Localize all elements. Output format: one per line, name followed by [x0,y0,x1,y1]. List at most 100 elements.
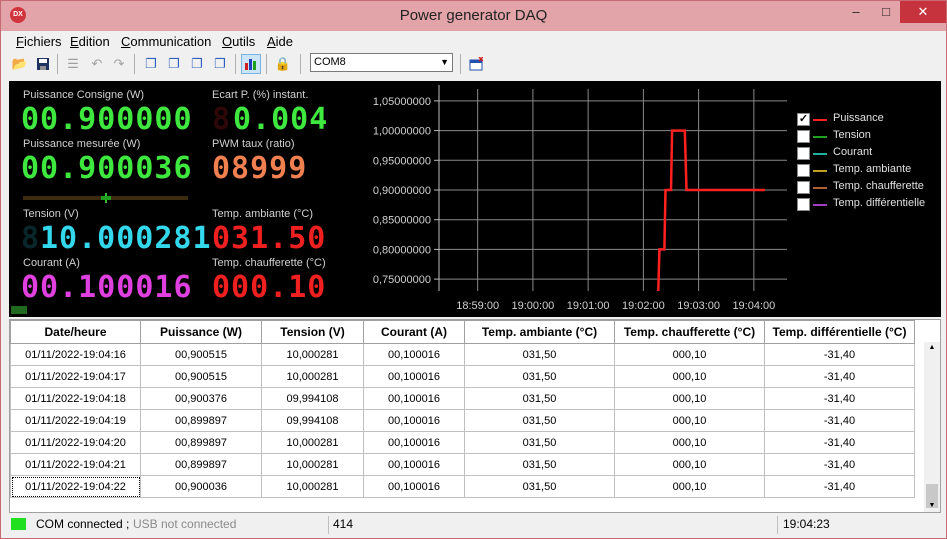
mesuree-label: Puissance mesurée (W) [23,138,141,150]
copy-all-icon[interactable]: ❐ [164,54,184,74]
table-cell[interactable]: 00,900376 [140,387,262,410]
close-button[interactable]: ✕ [900,1,946,23]
table-cell[interactable]: 031,50 [464,387,615,410]
title-bar[interactable]: DX Power generator DAQ – □ ✕ [1,1,946,31]
menu-outils[interactable]: Outils [222,34,255,49]
column-header[interactable]: Temp. différentielle (°C) [764,320,915,344]
table-cell[interactable]: 10,000281 [261,475,364,498]
com-status: COM connected ; [36,517,130,531]
column-header[interactable]: Tension (V) [261,320,364,344]
resize-grip-icon[interactable] [11,306,27,314]
menu-edition[interactable]: Edition [70,34,110,49]
table-cell[interactable]: 10,000281 [261,343,364,366]
table-cell[interactable]: 00,100016 [363,431,465,454]
table-cell[interactable]: 031,50 [464,431,615,454]
table-cell[interactable]: 10,000281 [261,431,364,454]
table-cell[interactable]: 09,994108 [261,387,364,410]
table-cell[interactable]: 000,10 [614,365,765,388]
table-cell[interactable]: 031,50 [464,475,615,498]
properties-icon[interactable]: ☰ [63,54,83,74]
table-cell[interactable]: 000,10 [614,453,765,476]
table-cell[interactable]: 000,10 [614,475,765,498]
chart-toggle-icon[interactable] [241,54,261,74]
scroll-down-icon[interactable]: ▼ [924,500,940,512]
table-cell[interactable]: 00,100016 [363,387,465,410]
table-cell[interactable]: 031,50 [464,409,615,432]
y-tick-label: 1,05000000 [373,96,431,108]
table-cell[interactable]: 09,994108 [261,409,364,432]
minimize-button[interactable]: – [842,1,870,23]
table-cell[interactable]: -31,40 [764,431,915,454]
table-cell[interactable]: -31,40 [764,365,915,388]
table-cell[interactable]: 01/11/2022-19:04:20 [10,431,141,454]
table-cell[interactable]: 000,10 [614,409,765,432]
lock-icon[interactable]: 🔒 [273,54,293,74]
menu-fichiers[interactable]: Fichiers [16,34,62,49]
table-cell[interactable]: -31,40 [764,453,915,476]
table-row[interactable]: 01/11/2022-19:04:17 00,900515 10,000281 00,… [10,365,915,388]
column-header[interactable]: Puissance (W) [140,320,262,344]
column-header[interactable]: Temp. chaufferette (°C) [614,320,765,344]
table-row[interactable]: 01/11/2022-19:04:16 00,900515 10,000281 00,… [10,343,915,366]
table-cell[interactable]: 031,50 [464,343,615,366]
table-cell[interactable]: 00,900515 [140,365,262,388]
column-header[interactable]: Temp. ambiante (°C) [464,320,615,344]
table-row[interactable]: 01/11/2022-19:04:21 00,899897 10,000281 00,… [10,453,915,476]
legend-checkbox[interactable] [797,198,810,211]
scroll-up-icon[interactable]: ▲ [924,342,940,354]
maximize-button[interactable]: □ [872,1,900,23]
table-cell[interactable]: -31,40 [764,475,915,498]
status-bar: COM connected ; USB not connected 414 19… [1,514,946,538]
table-cell[interactable]: 01/11/2022-19:04:21 [10,453,141,476]
redo-icon[interactable]: ↷ [109,54,129,74]
legend-checkbox[interactable] [797,147,810,160]
copy-icon[interactable]: ❐ [141,54,161,74]
table-cell[interactable]: 01/11/2022-19:04:16 [10,343,141,366]
table-row[interactable]: 01/11/2022-19:04:19 00,899897 09,994108 00,… [10,409,915,432]
table-cell[interactable]: -31,40 [764,387,915,410]
table-cell[interactable]: 000,10 [614,431,765,454]
table-cell[interactable]: 000,10 [614,387,765,410]
column-header[interactable]: Date/heure [10,320,141,344]
table-cell[interactable]: 00,899897 [140,453,262,476]
legend-checkbox[interactable] [797,181,810,194]
table-row[interactable]: 01/11/2022-19:04:20 00,899897 10,000281 00,… [10,431,915,454]
column-header[interactable]: Courant (A) [363,320,465,344]
table-cell[interactable]: 00,899897 [140,431,262,454]
table-cell[interactable]: -31,40 [764,343,915,366]
table-cell[interactable]: 10,000281 [261,365,364,388]
table-cell[interactable]: 00,100016 [363,365,465,388]
table-cell[interactable]: 01/11/2022-19:04:22 [10,475,141,498]
table-cell[interactable]: 000,10 [614,343,765,366]
table-cell[interactable]: 031,50 [464,365,615,388]
menu-communication[interactable]: Communication [121,34,211,49]
open-folder-icon[interactable]: 📂 [10,54,30,74]
disconnect-icon[interactable] [466,54,486,74]
legend-checkbox[interactable] [797,130,810,143]
table-cell[interactable]: 00,900515 [140,343,262,366]
table-scrollbar[interactable]: ▲ ▼ [924,342,940,512]
table-cell[interactable]: 00,100016 [363,453,465,476]
table-row[interactable]: 01/11/2022-19:04:18 00,900376 09,994108 00,… [10,387,915,410]
undo-icon[interactable]: ↶ [87,54,107,74]
table-cell[interactable]: 00,899897 [140,409,262,432]
legend-checkbox[interactable]: ✓ [797,113,810,126]
save-icon[interactable] [33,54,53,74]
table-cell[interactable]: 031,50 [464,453,615,476]
table-cell[interactable]: 01/11/2022-19:04:19 [10,409,141,432]
table-cell[interactable]: -31,40 [764,409,915,432]
table-cell[interactable]: 00,100016 [363,475,465,498]
paste-all-icon[interactable]: ❐ [210,54,230,74]
paste-icon[interactable]: ❐ [187,54,207,74]
table-row[interactable]: 01/11/2022-19:04:22 00,900036 10,000281 00,… [10,475,915,498]
menu-aide[interactable]: Aide [267,34,293,49]
com-port-select[interactable]: COM8 ▼ [310,53,453,72]
table-cell[interactable]: 00,100016 [363,409,465,432]
table-cell[interactable]: 01/11/2022-19:04:18 [10,387,141,410]
table-cell[interactable]: 10,000281 [261,453,364,476]
table-cell[interactable]: 01/11/2022-19:04:17 [10,365,141,388]
table-cell[interactable]: 00,100016 [363,343,465,366]
data-table[interactable]: Date/heure Puissance (W) Tension (V) Couran… [9,319,941,513]
legend-checkbox[interactable] [797,164,810,177]
table-cell[interactable]: 00,900036 [140,475,262,498]
